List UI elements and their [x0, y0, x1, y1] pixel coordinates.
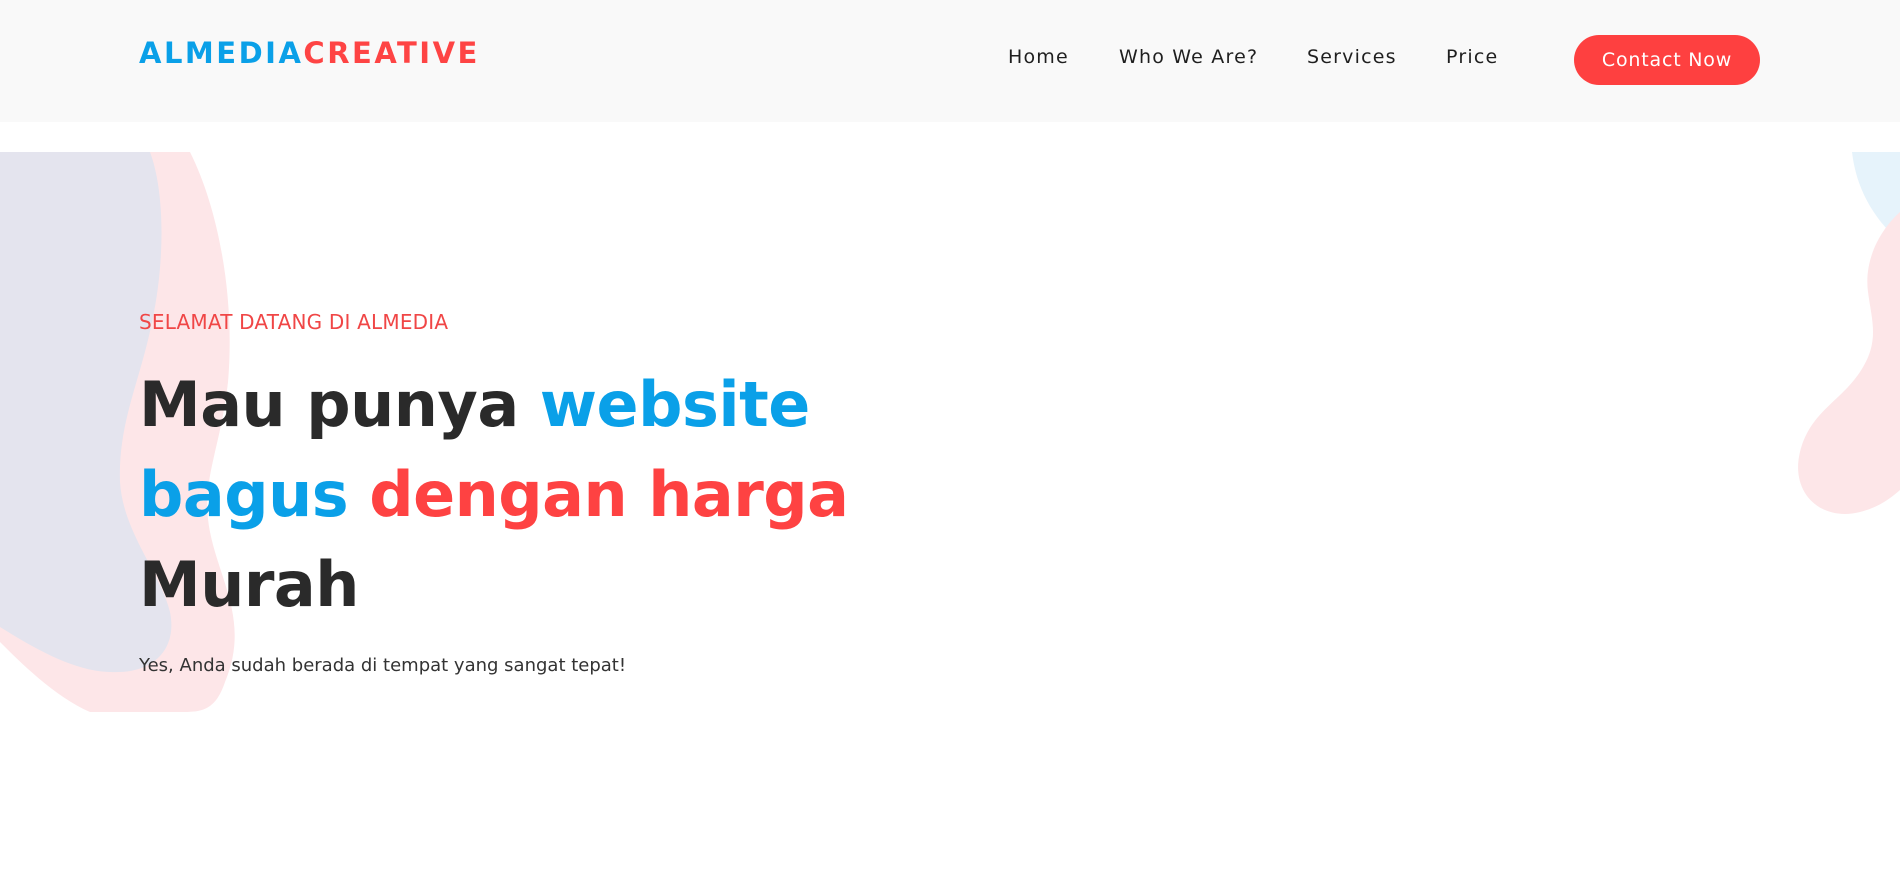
- headline-text-mau-punya: Mau punya: [139, 368, 540, 441]
- nav-link-price[interactable]: Price: [1446, 48, 1498, 67]
- nav-link-services[interactable]: Services: [1307, 48, 1397, 67]
- logo-text-almedia: ALMEDIA: [139, 36, 304, 70]
- hero-eyebrow: SELAMAT DATANG DI ALMEDIA: [139, 310, 449, 334]
- headline-text-bagus: bagus: [139, 458, 370, 531]
- contact-now-button[interactable]: Contact Now: [1574, 35, 1760, 85]
- site-header: ALMEDIACREATIVE Home Who We Are? Service…: [0, 0, 1900, 122]
- logo-text-creative: CREATIVE: [303, 36, 480, 70]
- nav-link-home[interactable]: Home: [1008, 48, 1069, 67]
- headline-text-website: website: [539, 368, 811, 441]
- headline-line-3: Murah: [139, 540, 849, 630]
- nav-link-who-we-are[interactable]: Who We Are?: [1119, 48, 1258, 67]
- headline-text-dengan-harga: dengan harga: [369, 458, 849, 531]
- headline-line-1: Mau punya website: [139, 360, 849, 450]
- headline-text-murah: Murah: [139, 548, 359, 621]
- brand-logo[interactable]: ALMEDIACREATIVE: [139, 39, 480, 68]
- right-decorative-blob: [1798, 152, 1900, 514]
- headline-line-2: bagus dengan harga: [139, 450, 849, 540]
- landing-page: ALMEDIACREATIVE Home Who We Are? Service…: [0, 0, 1900, 873]
- hero-headline: Mau punya website bagus dengan harga Mur…: [139, 360, 849, 630]
- hero-tagline: Yes, Anda sudah berada di tempat yang sa…: [139, 655, 627, 676]
